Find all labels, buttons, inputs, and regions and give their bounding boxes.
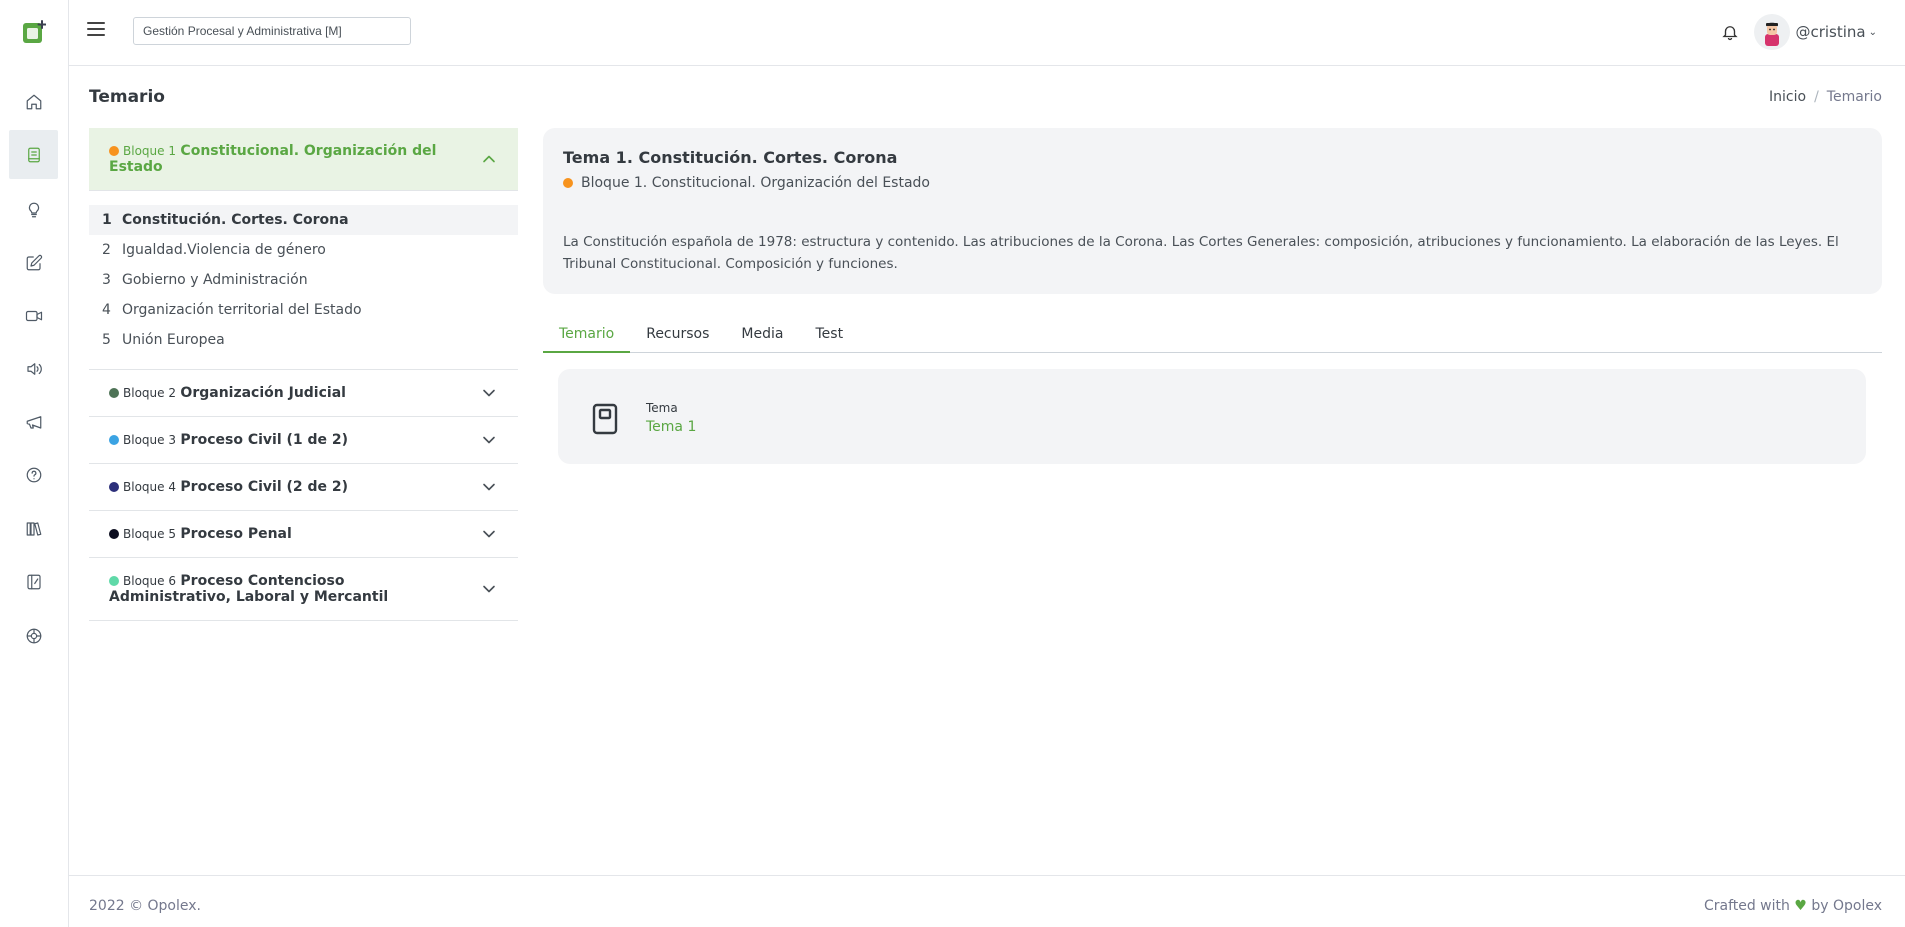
breadcrumb-home-link[interactable]: Inicio (1769, 89, 1806, 105)
footer-credits: Crafted with ♥ by Opolex (1703, 898, 1882, 914)
footer: 2022 © Opolex. Crafted with ♥ by Opolex (69, 875, 1905, 927)
block-5-title: Proceso Penal (180, 526, 292, 542)
tab-test[interactable]: Test (799, 322, 859, 353)
block-1-prefix: Bloque 1 (123, 144, 176, 158)
block-5-header[interactable]: Bloque 5 Proceso Penal (89, 511, 518, 558)
heart-icon: ♥ (1794, 898, 1807, 914)
edit-icon (26, 254, 42, 270)
block-color-dot (563, 178, 573, 188)
breadcrumb-separator: / (1814, 89, 1819, 105)
avatar-image (1765, 22, 1780, 46)
nav-ideas-button[interactable] (9, 185, 58, 234)
document-icon (592, 403, 618, 435)
nav-help-button[interactable] (9, 450, 58, 499)
menu-toggle-button[interactable] (87, 22, 105, 40)
resource-card[interactable]: Tema Tema 1 (558, 369, 1866, 464)
nav-video-button[interactable] (9, 291, 58, 340)
block-4-header[interactable]: Bloque 4 Proceso Civil (2 de 2) (89, 464, 518, 511)
topic-item[interactable]: 4 Organización territorial del Estado (89, 295, 518, 325)
detail-tabs: Temario Recursos Media Test (543, 322, 1882, 353)
resource-label: Tema (646, 401, 678, 415)
top-bar: Gestión Procesal y Administrativa [M] @c… (69, 0, 1905, 66)
user-menu[interactable]: @cristina ⌄ (1754, 14, 1877, 50)
chevron-down-icon (482, 480, 496, 494)
nav-notebook-button[interactable] (9, 557, 58, 606)
nav-library-button[interactable] (9, 504, 58, 553)
footer-copyright: 2022 © Opolex. (89, 898, 201, 914)
chevron-down-icon (482, 386, 496, 400)
app-logo-icon[interactable] (22, 20, 46, 44)
bell-icon (1722, 26, 1738, 41)
topic-item[interactable]: 2 Igualdad.Violencia de género (89, 235, 518, 265)
tab-media[interactable]: Media (725, 322, 799, 353)
topic-item[interactable]: 5 Unión Europea (89, 325, 518, 355)
video-icon (25, 310, 42, 321)
nav-syllabus-button[interactable] (9, 130, 58, 179)
library-icon (26, 521, 41, 536)
topic-detail-card: Tema 1. Constitución. Cortes. Corona Blo… (543, 128, 1882, 294)
tab-temario[interactable]: Temario (543, 322, 631, 353)
topic-item[interactable]: 1 Constitución. Cortes. Corona (89, 205, 518, 235)
block-1-topics: 1 Constitución. Cortes. Corona 2 Igualdad.… (89, 191, 518, 370)
nav-support-button[interactable] (9, 611, 58, 660)
block-5-color-dot (109, 529, 119, 539)
notebook-icon (26, 574, 41, 589)
topic-description: La Constitución española de 1978: estruc… (563, 234, 1839, 272)
support-icon (26, 628, 41, 643)
nav-home-button[interactable] (9, 77, 58, 126)
hamburger-icon (87, 22, 105, 24)
block-3-color-dot (109, 435, 119, 445)
topic-block-label: Bloque 1. Constitucional. Organización d… (563, 175, 1862, 191)
block-2-title: Organización Judicial (180, 385, 346, 401)
block-4-title: Proceso Civil (2 de 2) (180, 479, 349, 495)
block-3-title: Proceso Civil (1 de 2) (180, 432, 349, 448)
breadcrumb: Inicio / Temario (1769, 89, 1882, 105)
block-1-color-dot (109, 146, 119, 156)
nav-announcements-button[interactable] (9, 397, 58, 446)
book-icon (27, 147, 40, 162)
block-4-color-dot (109, 482, 119, 492)
block-3-header[interactable]: Bloque 3 Proceso Civil (1 de 2) (89, 417, 518, 464)
nav-edit-button[interactable] (9, 238, 58, 287)
home-icon (26, 94, 41, 109)
chevron-down-icon (482, 582, 496, 596)
left-nav-rail (0, 0, 69, 927)
avatar (1754, 14, 1791, 50)
username-label: @cristina (1795, 23, 1866, 41)
block-6-header[interactable]: Bloque 6 Proceso Contencioso Administrat… (89, 558, 518, 621)
chevron-down-icon: ⌄ (1868, 26, 1877, 38)
audio-icon (26, 362, 42, 375)
course-select[interactable]: Gestión Procesal y Administrativa [M] (133, 17, 411, 45)
help-icon (26, 467, 41, 482)
notifications-button[interactable] (1721, 22, 1739, 42)
blocks-accordion: Bloque 1 Constitucional. Organización de… (89, 128, 518, 621)
megaphone-icon (26, 415, 41, 429)
page-title: Temario (89, 87, 165, 107)
block-1-header[interactable]: Bloque 1 Constitucional. Organización de… (89, 128, 518, 191)
topic-item[interactable]: 3 Gobierno y Administración (89, 265, 518, 295)
block-2-header[interactable]: Bloque 2 Organización Judicial (89, 370, 518, 417)
chevron-up-icon (482, 152, 496, 166)
chevron-down-icon (482, 433, 496, 447)
block-6-color-dot (109, 576, 119, 586)
lightbulb-icon (28, 202, 39, 217)
chevron-down-icon (482, 527, 496, 541)
nav-audio-button[interactable] (9, 344, 58, 393)
topic-title: Tema 1. Constitución. Cortes. Corona (563, 148, 898, 167)
tab-recursos[interactable]: Recursos (630, 322, 725, 353)
resource-link[interactable]: Tema 1 (646, 419, 696, 435)
block-2-color-dot (109, 388, 119, 398)
breadcrumb-current: Temario (1826, 89, 1882, 105)
